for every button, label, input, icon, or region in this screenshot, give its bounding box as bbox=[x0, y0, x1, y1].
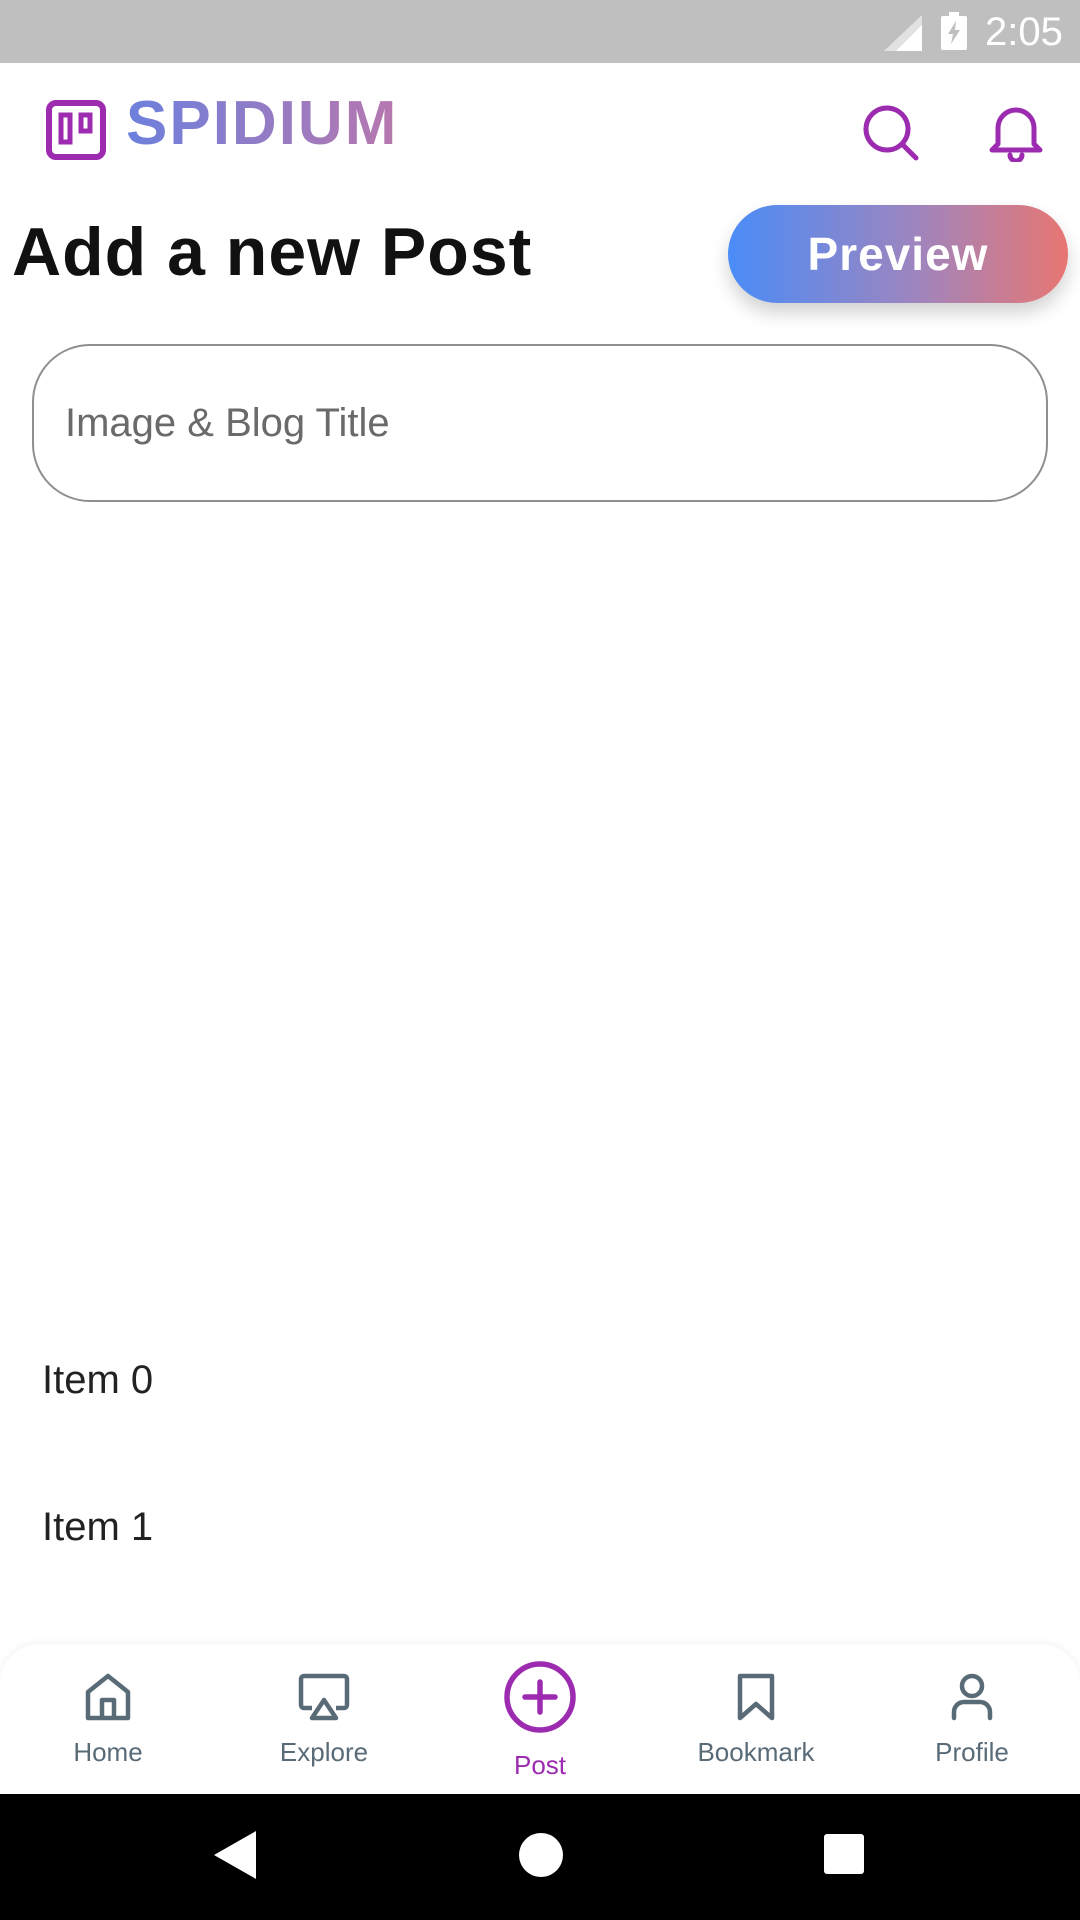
logo-icon bbox=[46, 100, 106, 160]
nav-label-home: Home bbox=[73, 1737, 143, 1767]
nav-label-explore: Explore bbox=[279, 1737, 369, 1767]
cast-icon bbox=[298, 1673, 350, 1721]
search-icon[interactable] bbox=[862, 104, 920, 162]
bottom-navigation: Home Explore Post Bookmark Profile bbox=[0, 1644, 1080, 1794]
system-navigation-bar bbox=[0, 1794, 1080, 1920]
battery-charging-icon bbox=[941, 12, 967, 50]
bookmark-icon bbox=[737, 1673, 775, 1721]
signal-icon bbox=[884, 15, 922, 51]
preview-button[interactable]: Preview bbox=[728, 205, 1068, 303]
nav-item-post[interactable]: Post bbox=[432, 1644, 648, 1794]
home-icon bbox=[85, 1673, 131, 1721]
user-icon bbox=[951, 1673, 993, 1721]
recent-apps-icon[interactable] bbox=[824, 1834, 864, 1874]
notification-bell-icon[interactable] bbox=[988, 102, 1044, 162]
nav-item-profile[interactable]: Profile bbox=[864, 1644, 1080, 1794]
add-circle-icon bbox=[504, 1661, 576, 1733]
nav-label-profile: Profile bbox=[935, 1737, 1009, 1767]
app-name: SPIDIUM bbox=[126, 89, 399, 158]
nav-item-bookmark[interactable]: Bookmark bbox=[648, 1644, 864, 1794]
status-bar: 2:05 bbox=[0, 0, 1080, 63]
list-item[interactable]: Item 1 bbox=[42, 1503, 153, 1551]
status-time: 2:05 bbox=[985, 10, 1063, 54]
nav-item-home[interactable]: Home bbox=[0, 1644, 216, 1794]
page-title: Add a new Post bbox=[12, 214, 533, 290]
list-item[interactable]: Item 0 bbox=[42, 1356, 153, 1404]
screen: 2:05 SPIDIUM Add a new Post Preview Item… bbox=[0, 0, 1080, 1920]
back-icon[interactable] bbox=[214, 1831, 256, 1879]
image-blog-title-input[interactable] bbox=[32, 344, 1048, 502]
home-circle-icon[interactable] bbox=[519, 1833, 563, 1877]
nav-item-explore[interactable]: Explore bbox=[216, 1644, 432, 1794]
nav-label-bookmark: Bookmark bbox=[697, 1737, 815, 1767]
nav-label-post: Post bbox=[513, 1750, 567, 1780]
